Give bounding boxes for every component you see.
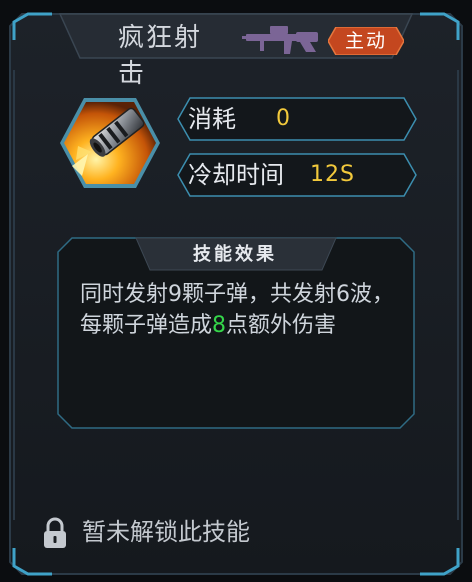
cooldown-row: 冷却时间 12S: [176, 153, 418, 197]
skill-info-panel: 疯狂射击 主动 消耗 0 冷却时间 12S 技能效果 同时发射9颗子弹，共发射6…: [0, 0, 472, 582]
effect-text-part2: 点额外伤害: [226, 313, 337, 338]
badge-label: 主动: [344, 30, 387, 52]
effect-description: 同时发射9颗子弹，共发射6波，每颗子弹造成8点额外伤害: [80, 279, 400, 341]
cooldown-value: 12S: [310, 162, 355, 187]
skill-type-badge: 主动: [327, 26, 405, 56]
cooldown-label: 冷却时间: [188, 161, 284, 189]
skill-name: 疯狂射击: [118, 23, 203, 89]
cost-value: 0: [276, 106, 291, 131]
cost-row: 消耗 0: [176, 97, 418, 141]
machine-gun-icon: [242, 26, 318, 54]
cost-label: 消耗: [188, 105, 236, 133]
effect-header: 技能效果: [193, 244, 277, 265]
gun-muzzle-flash-icon: [60, 98, 160, 188]
effect-highlight-number: 8: [212, 313, 227, 338]
locked-status-text: 暂未解锁此技能: [82, 518, 250, 546]
lock-icon: [44, 517, 66, 548]
